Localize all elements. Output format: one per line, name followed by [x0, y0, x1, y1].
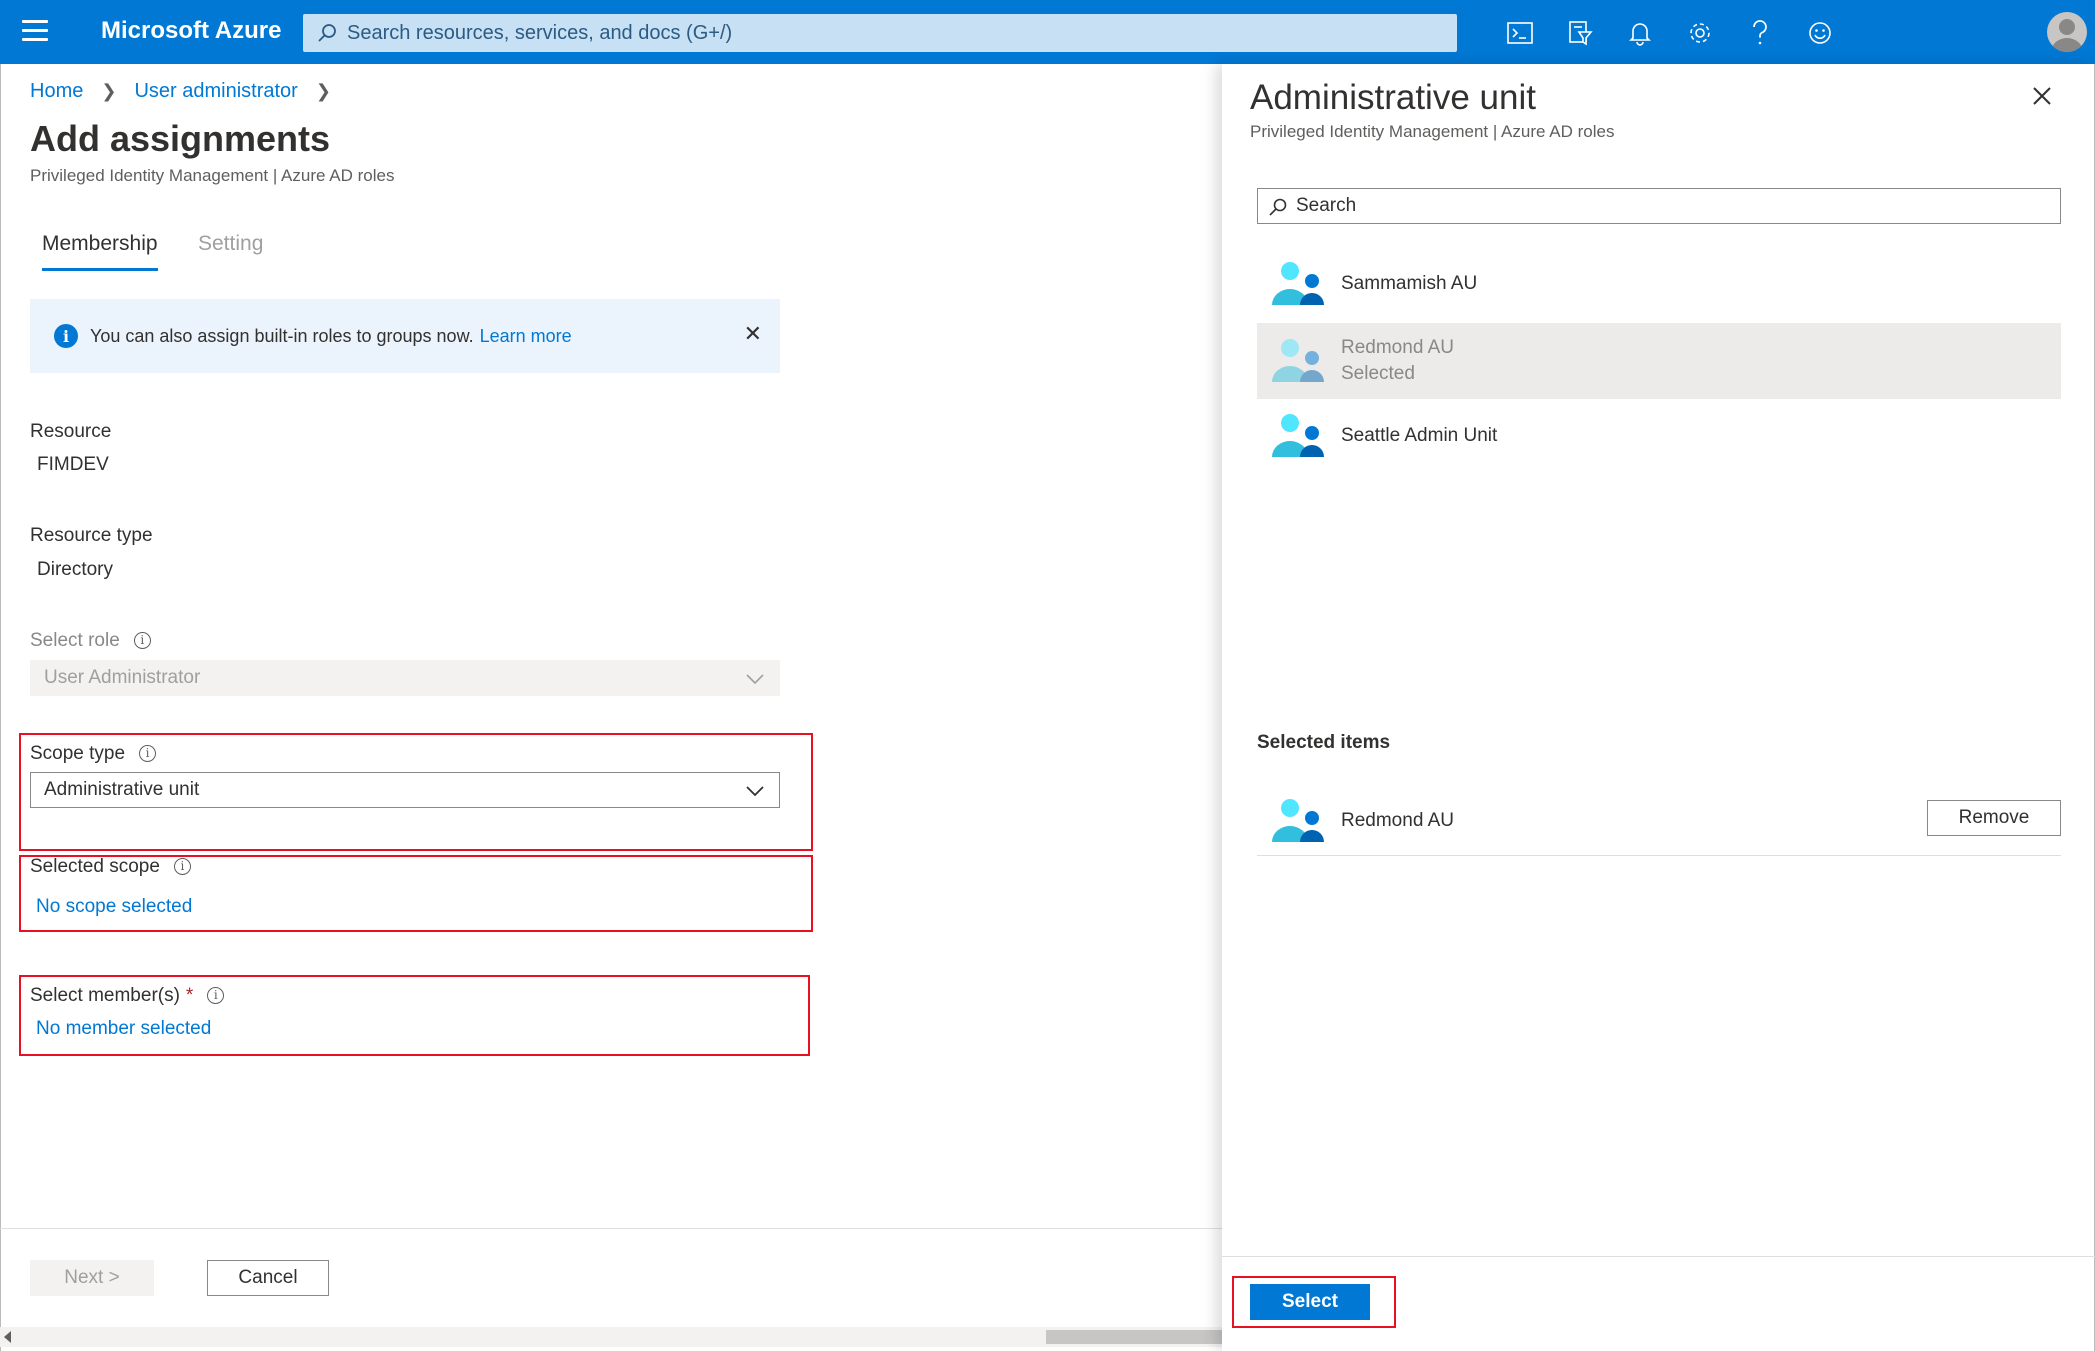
no-scope-selected-link[interactable]: No scope selected	[36, 896, 192, 918]
next-button: Next >	[30, 1260, 154, 1296]
user-avatar[interactable]	[2047, 12, 2087, 52]
list-item-sammamish-au[interactable]: Sammamish AU	[1257, 249, 2061, 319]
search-icon	[1269, 198, 1287, 216]
resource-value: FIMDEV	[37, 454, 109, 475]
search-icon	[318, 24, 336, 42]
list-item-text: Seattle Admin Unit	[1341, 425, 1497, 447]
scope-type-label: Scope type i	[30, 743, 157, 765]
chevron-down-icon	[746, 674, 764, 685]
select-role-label-text: Select role	[30, 630, 120, 651]
scope-type-label-text: Scope type	[30, 743, 126, 764]
panel-search-placeholder: Search	[1296, 195, 1357, 216]
admin-unit-icon	[1272, 262, 1324, 305]
active-tab-indicator	[42, 268, 158, 271]
tab-membership[interactable]: Membership	[42, 232, 158, 271]
list-item-redmond-au[interactable]: Redmond AU Selected	[1257, 323, 2061, 399]
info-banner-text: You can also assign built-in roles to gr…	[90, 325, 474, 346]
page-subtitle: Privileged Identity Management | Azure A…	[30, 166, 395, 185]
no-member-selected-link[interactable]: No member selected	[36, 1018, 211, 1040]
panel-search-input[interactable]: Search	[1257, 188, 2061, 224]
select-role-dropdown: User Administrator	[30, 660, 780, 696]
selected-items-heading: Selected items	[1257, 732, 1391, 753]
scrollbar-thumb[interactable]	[1046, 1330, 1222, 1344]
admin-unit-icon	[1272, 339, 1324, 382]
administrative-unit-panel: Administrative unit Privileged Identity …	[1222, 64, 2095, 1351]
list-item-name: Seattle Admin Unit	[1341, 425, 1498, 446]
hamburger-menu-icon[interactable]	[22, 20, 48, 44]
scope-type-value: Administrative unit	[44, 779, 200, 800]
scroll-left-icon[interactable]	[4, 1331, 11, 1343]
resource-type-label: Resource type	[30, 525, 153, 546]
panel-footer-divider	[1222, 1256, 2095, 1257]
list-item-name: Redmond AU	[1341, 337, 1455, 358]
selected-scope-label: Selected scope i	[30, 856, 191, 878]
global-search-input[interactable]: Search resources, services, and docs (G+…	[303, 14, 1457, 52]
breadcrumb-home[interactable]: Home	[30, 80, 83, 103]
chevron-right-icon: ❯	[101, 81, 117, 101]
brand-title[interactable]: Microsoft Azure	[101, 17, 281, 45]
admin-unit-icon	[1272, 798, 1324, 842]
tab-setting[interactable]: Setting	[198, 232, 263, 256]
select-members-label: Select member(s) * i	[30, 985, 225, 1007]
list-item-status: Selected	[1341, 363, 1415, 384]
select-role-label: Select role i	[30, 630, 151, 652]
feedback-icon[interactable]	[1790, 14, 1850, 52]
panel-title: Administrative unit	[1250, 78, 1536, 117]
admin-unit-icon	[1272, 414, 1324, 457]
info-icon: i	[54, 324, 78, 348]
chevron-right-icon: ❯	[315, 81, 331, 101]
select-members-label-text: Select member(s)	[30, 985, 180, 1006]
resource-type-value: Directory	[37, 559, 114, 580]
tab-membership-label: Membership	[42, 232, 158, 255]
close-icon[interactable]	[2030, 84, 2054, 108]
list-item-seattle-admin-unit[interactable]: Seattle Admin Unit	[1257, 401, 2061, 471]
select-role-value: User Administrator	[44, 667, 201, 688]
cancel-button[interactable]: Cancel	[207, 1260, 329, 1296]
learn-more-link[interactable]: Learn more	[480, 326, 572, 347]
page-title: Add assignments	[30, 118, 331, 159]
directory-filter-icon[interactable]	[1550, 14, 1610, 52]
panel-subtitle: Privileged Identity Management | Azure A…	[1250, 122, 1615, 141]
selected-item-name: Redmond AU	[1341, 809, 1455, 831]
list-item-name: Sammamish AU	[1341, 273, 1478, 294]
breadcrumb: Home ❯ User administrator ❯	[30, 80, 331, 103]
close-icon[interactable]: ✕	[744, 321, 762, 347]
left-blade-background	[0, 64, 1222, 1351]
chevron-down-icon	[746, 786, 764, 797]
global-search-placeholder: Search resources, services, and docs (G+…	[347, 21, 733, 44]
selected-scope-label-text: Selected scope	[30, 856, 160, 877]
select-button[interactable]: Select	[1250, 1284, 1370, 1320]
info-icon[interactable]: i	[133, 632, 151, 649]
info-icon[interactable]: i	[207, 987, 225, 1004]
remove-button[interactable]: Remove	[1927, 800, 2061, 836]
top-navigation-bar: Microsoft Azure Search resources, servic…	[0, 0, 2095, 64]
horizontal-scrollbar[interactable]	[0, 1327, 1222, 1347]
notifications-icon[interactable]	[1610, 14, 1670, 52]
resource-label: Resource	[30, 421, 112, 442]
help-icon[interactable]	[1730, 14, 1790, 52]
selected-item-row: Redmond AU Remove	[1257, 786, 2061, 856]
footer-divider	[0, 1228, 1222, 1229]
scope-type-dropdown[interactable]: Administrative unit	[30, 772, 780, 808]
list-item-text: Sammamish AU	[1341, 273, 1477, 295]
info-banner: i You can also assign built-in roles to …	[30, 299, 780, 373]
breadcrumb-user-administrator[interactable]: User administrator	[134, 80, 297, 103]
required-asterisk: *	[185, 985, 194, 1006]
settings-icon[interactable]	[1670, 14, 1730, 52]
list-item-text: Redmond AU Selected	[1341, 337, 1454, 385]
info-icon[interactable]: i	[173, 858, 191, 875]
info-icon[interactable]: i	[139, 745, 157, 762]
cloud-shell-icon[interactable]	[1490, 14, 1550, 52]
